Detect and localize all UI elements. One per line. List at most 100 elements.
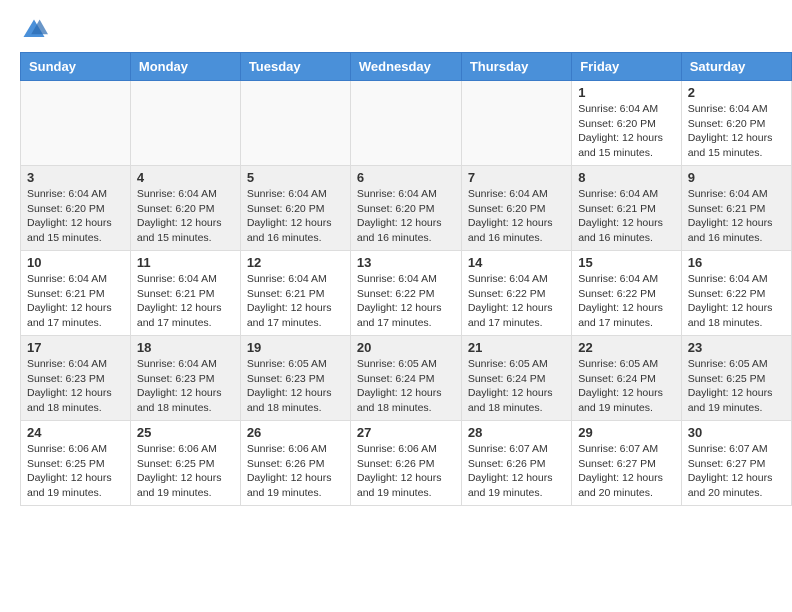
day-number: 14 [468, 255, 565, 270]
day-header-sunday: Sunday [21, 53, 131, 81]
day-number: 21 [468, 340, 565, 355]
calendar-cell: 3 Sunrise: 6:04 AM Sunset: 6:20 PM Daylig… [21, 166, 131, 251]
calendar-cell: 25 Sunrise: 6:06 AM Sunset: 6:25 PM Dayli… [130, 421, 240, 506]
cell-info: Sunrise: 6:04 AM Sunset: 6:22 PM Dayligh… [578, 272, 675, 331]
day-number: 30 [688, 425, 785, 440]
day-header-tuesday: Tuesday [240, 53, 350, 81]
calendar-cell: 23 Sunrise: 6:05 AM Sunset: 6:25 PM Dayli… [681, 336, 791, 421]
calendar-cell: 10 Sunrise: 6:04 AM Sunset: 6:21 PM Dayli… [21, 251, 131, 336]
day-number: 29 [578, 425, 675, 440]
day-number: 5 [247, 170, 344, 185]
calendar-cell: 9 Sunrise: 6:04 AM Sunset: 6:21 PM Daylig… [681, 166, 791, 251]
day-header-monday: Monday [130, 53, 240, 81]
logo-icon [20, 16, 48, 44]
cell-info: Sunrise: 6:06 AM Sunset: 6:26 PM Dayligh… [247, 442, 344, 501]
cell-info: Sunrise: 6:05 AM Sunset: 6:23 PM Dayligh… [247, 357, 344, 416]
calendar-cell: 14 Sunrise: 6:04 AM Sunset: 6:22 PM Dayli… [461, 251, 571, 336]
calendar-cell: 17Sunrise: 6:04 AM Sunset: 6:23 PM Dayli… [21, 336, 131, 421]
calendar-cell: 13 Sunrise: 6:04 AM Sunset: 6:22 PM Dayli… [350, 251, 461, 336]
day-number: 11 [137, 255, 234, 270]
day-number: 16 [688, 255, 785, 270]
cell-info: Sunrise: 6:07 AM Sunset: 6:27 PM Dayligh… [688, 442, 785, 501]
page-header [0, 0, 792, 52]
day-number: 19 [247, 340, 344, 355]
calendar-table: SundayMondayTuesdayWednesdayThursdayFrid… [20, 52, 792, 506]
cell-info: Sunrise: 6:04 AM Sunset: 6:21 PM Dayligh… [137, 272, 234, 331]
calendar-cell [130, 81, 240, 166]
calendar-cell: 26 Sunrise: 6:06 AM Sunset: 6:26 PM Dayli… [240, 421, 350, 506]
cell-info: Sunrise: 6:04 AM Sunset: 6:20 PM Dayligh… [578, 102, 675, 161]
day-number: 4 [137, 170, 234, 185]
calendar-cell: 21 Sunrise: 6:05 AM Sunset: 6:24 PM Dayli… [461, 336, 571, 421]
cell-info: Sunrise: 6:04 AM Sunset: 6:23 PM Dayligh… [137, 357, 234, 416]
cell-info: Sunrise: 6:04 AM Sunset: 6:20 PM Dayligh… [357, 187, 455, 246]
cell-info: Sunrise: 6:05 AM Sunset: 6:25 PM Dayligh… [688, 357, 785, 416]
calendar-cell: 1 Sunrise: 6:04 AM Sunset: 6:20 PM Daylig… [572, 81, 682, 166]
cell-info: Sunrise: 6:04 AM Sunset: 6:20 PM Dayligh… [688, 102, 785, 161]
cell-info: Sunrise: 6:04 AM Sunset: 6:21 PM Dayligh… [578, 187, 675, 246]
calendar-cell: 24 Sunrise: 6:06 AM Sunset: 6:25 PM Dayli… [21, 421, 131, 506]
calendar-cell: 6 Sunrise: 6:04 AM Sunset: 6:20 PM Daylig… [350, 166, 461, 251]
day-number: 9 [688, 170, 785, 185]
cell-info: Sunrise: 6:04 AM Sunset: 6:20 PM Dayligh… [247, 187, 344, 246]
calendar-cell: 18 Sunrise: 6:04 AM Sunset: 6:23 PM Dayli… [130, 336, 240, 421]
day-number: 6 [357, 170, 455, 185]
day-number: 8 [578, 170, 675, 185]
cell-info: Sunrise: 6:07 AM Sunset: 6:27 PM Dayligh… [578, 442, 675, 501]
day-number: 22 [578, 340, 675, 355]
calendar-cell [240, 81, 350, 166]
day-number: 27 [357, 425, 455, 440]
day-number: 3 [27, 170, 124, 185]
calendar-cell: 2Sunrise: 6:04 AM Sunset: 6:20 PM Daylig… [681, 81, 791, 166]
cell-info: Sunrise: 6:04 AM Sunset: 6:22 PM Dayligh… [468, 272, 565, 331]
day-number: 18 [137, 340, 234, 355]
calendar-cell: 15Sunrise: 6:04 AM Sunset: 6:22 PM Dayli… [572, 251, 682, 336]
day-number: 12 [247, 255, 344, 270]
cell-info: Sunrise: 6:05 AM Sunset: 6:24 PM Dayligh… [578, 357, 675, 416]
calendar-week-1: 1 Sunrise: 6:04 AM Sunset: 6:20 PM Daylig… [21, 81, 792, 166]
calendar-cell [21, 81, 131, 166]
cell-info: Sunrise: 6:06 AM Sunset: 6:26 PM Dayligh… [357, 442, 455, 501]
day-header-wednesday: Wednesday [350, 53, 461, 81]
calendar-cell: 7Sunrise: 6:04 AM Sunset: 6:20 PM Daylig… [461, 166, 571, 251]
calendar-header: SundayMondayTuesdayWednesdayThursdayFrid… [21, 53, 792, 81]
cell-info: Sunrise: 6:04 AM Sunset: 6:22 PM Dayligh… [688, 272, 785, 331]
day-number: 13 [357, 255, 455, 270]
cell-info: Sunrise: 6:04 AM Sunset: 6:22 PM Dayligh… [357, 272, 455, 331]
calendar-cell: 22 Sunrise: 6:05 AM Sunset: 6:24 PM Dayli… [572, 336, 682, 421]
calendar-cell: 30 Sunrise: 6:07 AM Sunset: 6:27 PM Dayli… [681, 421, 791, 506]
calendar-cell: 8 Sunrise: 6:04 AM Sunset: 6:21 PM Daylig… [572, 166, 682, 251]
calendar-cell: 20Sunrise: 6:05 AM Sunset: 6:24 PM Dayli… [350, 336, 461, 421]
calendar-cell: 5 Sunrise: 6:04 AM Sunset: 6:20 PM Daylig… [240, 166, 350, 251]
day-number: 26 [247, 425, 344, 440]
cell-info: Sunrise: 6:06 AM Sunset: 6:25 PM Dayligh… [27, 442, 124, 501]
logo [20, 16, 52, 44]
day-number: 10 [27, 255, 124, 270]
cell-info: Sunrise: 6:05 AM Sunset: 6:24 PM Dayligh… [357, 357, 455, 416]
day-number: 23 [688, 340, 785, 355]
calendar-cell: 4 Sunrise: 6:04 AM Sunset: 6:20 PM Daylig… [130, 166, 240, 251]
calendar-week-4: 17Sunrise: 6:04 AM Sunset: 6:23 PM Dayli… [21, 336, 792, 421]
day-number: 24 [27, 425, 124, 440]
day-number: 1 [578, 85, 675, 100]
day-header-saturday: Saturday [681, 53, 791, 81]
cell-info: Sunrise: 6:04 AM Sunset: 6:20 PM Dayligh… [27, 187, 124, 246]
calendar-week-5: 24 Sunrise: 6:06 AM Sunset: 6:25 PM Dayli… [21, 421, 792, 506]
day-header-thursday: Thursday [461, 53, 571, 81]
calendar-cell: 28Sunrise: 6:07 AM Sunset: 6:26 PM Dayli… [461, 421, 571, 506]
cell-info: Sunrise: 6:06 AM Sunset: 6:25 PM Dayligh… [137, 442, 234, 501]
cell-info: Sunrise: 6:04 AM Sunset: 6:20 PM Dayligh… [137, 187, 234, 246]
calendar-cell: 12Sunrise: 6:04 AM Sunset: 6:21 PM Dayli… [240, 251, 350, 336]
cell-info: Sunrise: 6:07 AM Sunset: 6:26 PM Dayligh… [468, 442, 565, 501]
cell-info: Sunrise: 6:04 AM Sunset: 6:21 PM Dayligh… [688, 187, 785, 246]
cell-info: Sunrise: 6:04 AM Sunset: 6:21 PM Dayligh… [27, 272, 124, 331]
day-number: 25 [137, 425, 234, 440]
calendar-cell: 19 Sunrise: 6:05 AM Sunset: 6:23 PM Dayli… [240, 336, 350, 421]
cell-info: Sunrise: 6:04 AM Sunset: 6:20 PM Dayligh… [468, 187, 565, 246]
calendar-cell: 27 Sunrise: 6:06 AM Sunset: 6:26 PM Dayli… [350, 421, 461, 506]
calendar-cell: 16 Sunrise: 6:04 AM Sunset: 6:22 PM Dayli… [681, 251, 791, 336]
cell-info: Sunrise: 6:05 AM Sunset: 6:24 PM Dayligh… [468, 357, 565, 416]
day-header-friday: Friday [572, 53, 682, 81]
calendar-week-2: 3 Sunrise: 6:04 AM Sunset: 6:20 PM Daylig… [21, 166, 792, 251]
calendar-week-3: 10 Sunrise: 6:04 AM Sunset: 6:21 PM Dayli… [21, 251, 792, 336]
